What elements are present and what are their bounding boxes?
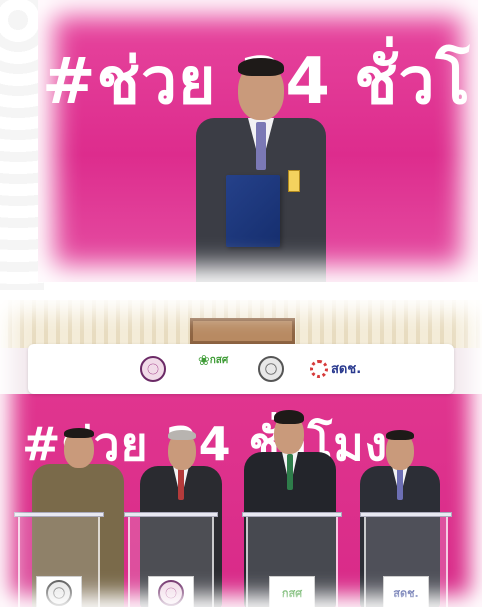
podium-top bbox=[360, 512, 452, 517]
sdch-logo-label: สดช. bbox=[331, 362, 362, 377]
kasat-logo-label: กสศ bbox=[209, 355, 229, 366]
podium-1 bbox=[14, 512, 104, 607]
podium-sign-kasat: กสศ bbox=[269, 576, 315, 607]
tie bbox=[397, 468, 403, 500]
emblem-logo bbox=[140, 356, 166, 382]
tie bbox=[178, 468, 184, 500]
man-holding-folder bbox=[196, 58, 326, 282]
blue-document-folder bbox=[226, 175, 280, 247]
hair bbox=[238, 58, 284, 76]
podium-3: กสศ bbox=[242, 512, 342, 607]
stage-center-panel bbox=[190, 318, 295, 344]
tie bbox=[287, 454, 293, 490]
podium-sign-emblem bbox=[148, 576, 194, 607]
podium-sign-emblem bbox=[36, 576, 82, 607]
hair bbox=[64, 428, 94, 438]
sdch-ring-icon bbox=[310, 359, 328, 378]
emblem-icon bbox=[46, 580, 72, 606]
podium-top bbox=[14, 512, 104, 517]
podium-top bbox=[124, 512, 218, 517]
kasat-logo: ❀ กสศ bbox=[198, 354, 228, 368]
sdch-sign-label: สดช. bbox=[393, 587, 419, 600]
podium-4: สดช. bbox=[360, 512, 452, 607]
hair bbox=[386, 430, 414, 440]
tie bbox=[256, 122, 266, 170]
logo-banner: ❀ กสศ สดช. bbox=[28, 344, 454, 394]
leaf-icon: ❀ bbox=[198, 353, 210, 369]
sdch-logo: สดช. bbox=[310, 358, 361, 379]
kasat-sign-label: กสศ bbox=[281, 586, 303, 600]
hair bbox=[274, 410, 304, 424]
name-badge bbox=[288, 170, 300, 192]
podium-sign-sdch: สดช. bbox=[383, 576, 429, 607]
podium-top bbox=[242, 512, 342, 517]
podium-2 bbox=[124, 512, 218, 607]
bottom-photo: ❀ กสศ สดช. #ช่วย 24 ชั่วโมง กสศ สดช. bbox=[0, 300, 482, 607]
hair bbox=[168, 430, 196, 440]
emblem-icon bbox=[158, 580, 184, 606]
gear-emblem-logo bbox=[258, 356, 284, 382]
top-photo: #ช่วย 24 ชั่วโ bbox=[38, 0, 478, 282]
